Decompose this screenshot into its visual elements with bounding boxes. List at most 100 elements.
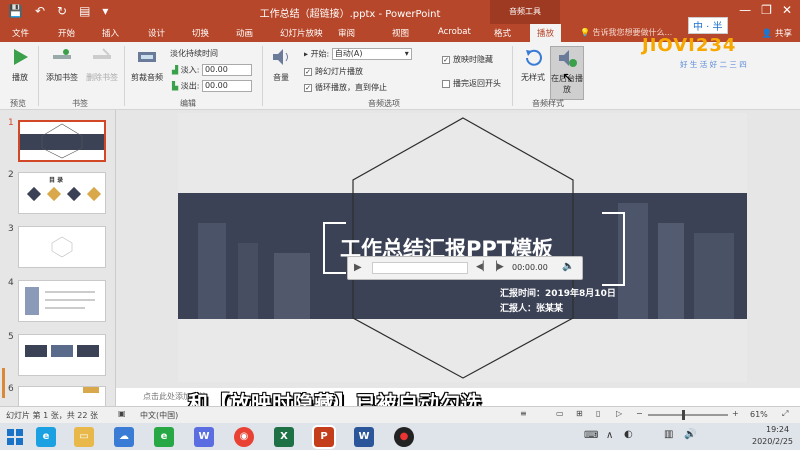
cross-slides-option[interactable]: ✓ 跨幻灯片播放	[304, 66, 363, 77]
sorter-view-icon[interactable]: ⊞	[576, 409, 583, 418]
slide-number: 3	[8, 224, 14, 234]
tab-home[interactable]: 开始	[58, 27, 75, 39]
hexagon-outline-icon	[51, 236, 73, 258]
start-dropdown[interactable]: 自动(A) ▾	[331, 48, 412, 60]
tab-view[interactable]: 视图	[392, 27, 409, 39]
trim-audio-button[interactable]: 剪裁音频	[128, 46, 166, 83]
scroll-indicator[interactable]	[2, 368, 5, 398]
status-bar: 幻灯片 第 1 张，共 22 张 ▣ 中文(中国) ≡ ▭ ⊞ ▯ ▷ − + …	[0, 406, 800, 423]
tab-format[interactable]: 格式	[494, 27, 511, 39]
zoom-slider[interactable]	[648, 410, 728, 420]
add-bookmark-button[interactable]: 添加书签	[42, 46, 82, 83]
rewind-checkbox[interactable]	[442, 79, 450, 88]
network-icon[interactable]: ▥	[664, 429, 673, 440]
slideshow-icon[interactable]: ▤	[79, 4, 90, 18]
fade-in-input[interactable]: 00.00	[201, 64, 252, 76]
word-icon[interactable]: W	[354, 427, 374, 447]
reporter[interactable]: 汇报人：张某某	[500, 301, 563, 314]
ie-browser-icon[interactable]: e	[36, 427, 56, 447]
audio-player[interactable]: ▶ ◀▏ ▕▶ 00:00.00 🔈	[347, 256, 583, 280]
rewind-icon[interactable]: ◀▏	[476, 262, 490, 272]
customize-qat-icon[interactable]: ▾	[102, 4, 108, 18]
report-time[interactable]: 汇报时间：2019年8月10日	[500, 286, 616, 299]
rewind-option[interactable]: 播完返回开头	[442, 78, 501, 89]
no-style-button[interactable]: 无样式	[518, 46, 548, 83]
wps-icon[interactable]: W	[194, 427, 214, 447]
notes-toggle-icon[interactable]: ≡	[520, 409, 527, 418]
speaker-icon[interactable]: 🔊	[684, 429, 696, 440]
tab-slideshow[interactable]: 幻灯片放映	[280, 27, 323, 39]
close-button[interactable]: ✕	[782, 3, 792, 17]
slide-thumbnail-3[interactable]	[18, 226, 106, 268]
cross-slides-checkbox[interactable]: ✓	[304, 67, 312, 76]
zoom-out-button[interactable]: −	[636, 409, 643, 418]
powerpoint-icon[interactable]: P	[312, 425, 336, 449]
fade-out-input[interactable]: 00.00	[201, 80, 252, 92]
slide-thumbnail-5[interactable]	[18, 334, 106, 376]
chevron-down-icon: ▾	[404, 49, 409, 58]
slideshow-view-icon[interactable]: ▷	[616, 409, 622, 418]
slide-canvas[interactable]: 工作总结汇报PPT模板 汇报时间：2019年8月10日 汇报人：张某某 ▶ ◀▏…	[178, 113, 747, 382]
tab-file[interactable]: 文件	[12, 27, 29, 39]
zoom-slider-thumb[interactable]	[682, 410, 685, 420]
player-play-icon[interactable]: ▶	[354, 262, 362, 273]
tab-playback[interactable]: 播放	[530, 24, 562, 42]
fade-in-icon: ▟	[172, 65, 179, 75]
group-editing-label: 编辑	[180, 99, 196, 108]
tab-insert[interactable]: 插入	[102, 27, 119, 39]
fade-duration-title: 淡化持续时间	[170, 49, 218, 58]
volume-icon	[273, 49, 288, 65]
zoom-level[interactable]: 61%	[750, 410, 768, 419]
tab-design[interactable]: 设计	[148, 27, 165, 39]
clock-date[interactable]: 2020/2/25	[752, 437, 793, 446]
group-audio-options-label: 音频选项	[368, 99, 400, 108]
loop-option[interactable]: ✓ 循环播放，直到停止	[304, 82, 387, 93]
windows-start-icon[interactable]	[6, 428, 24, 446]
loop-checkbox[interactable]: ✓	[304, 83, 312, 92]
fit-slide-icon[interactable]: ⤢	[782, 409, 788, 419]
excel-icon[interactable]: X	[274, 427, 294, 447]
hide-during-show-checkbox[interactable]: ✓	[442, 55, 450, 64]
language-indicator[interactable]: 中文(中国)	[140, 410, 178, 421]
fade-out-label: 淡出:	[180, 81, 200, 91]
spellcheck-icon[interactable]: ▣	[118, 409, 126, 418]
slide-thumbnail-6[interactable]	[18, 386, 106, 406]
tab-acrobat[interactable]: Acrobat	[438, 27, 471, 37]
minimize-button[interactable]: —	[739, 3, 751, 17]
chrome-icon[interactable]: ◉	[234, 427, 254, 447]
play-button[interactable]: 播放	[6, 46, 34, 83]
fade-in-row: ▟ 淡入: 00.00	[172, 64, 252, 76]
baidu-netdisk-icon[interactable]: ☁	[114, 427, 134, 447]
tray-up-icon[interactable]: ∧	[606, 430, 613, 441]
zoom-in-button[interactable]: +	[732, 409, 739, 418]
undo-icon[interactable]: ↶	[35, 4, 45, 18]
qq-tray-icon[interactable]: ◐	[624, 429, 633, 440]
slide-thumbnail-1[interactable]	[18, 120, 106, 162]
slide-number: 6	[8, 384, 14, 394]
recorder-icon[interactable]: ●	[394, 427, 414, 447]
keyboard-icon[interactable]: ⌨	[584, 430, 598, 441]
progress-track[interactable]	[372, 262, 468, 274]
slide-number: 1	[8, 118, 14, 128]
slide-thumbnail-2[interactable]: 目 录	[18, 172, 106, 214]
browser-360-icon[interactable]: e	[154, 427, 174, 447]
tab-transitions[interactable]: 切换	[192, 27, 209, 39]
normal-view-icon[interactable]: ▭	[556, 409, 564, 418]
volume-button[interactable]: 音量	[266, 46, 296, 83]
slide-thumbnail-4[interactable]	[18, 280, 106, 322]
hide-during-show-option[interactable]: ✓ 放映时隐藏	[442, 54, 493, 65]
slide-number: 5	[8, 332, 14, 342]
group-audio-styles-label: 音频样式	[532, 99, 564, 108]
redo-icon[interactable]: ↻	[57, 4, 67, 18]
restore-button[interactable]: ❐	[761, 3, 772, 17]
player-volume-icon[interactable]: 🔈	[562, 261, 574, 272]
group-separator	[512, 46, 513, 106]
reading-view-icon[interactable]: ▯	[596, 409, 600, 418]
tab-animations[interactable]: 动画	[236, 27, 253, 39]
remove-bookmark-button[interactable]: 删除书签	[82, 46, 122, 83]
file-explorer-icon[interactable]: ▭	[74, 427, 94, 447]
save-icon[interactable]: 💾	[8, 4, 23, 18]
tab-review[interactable]: 审阅	[338, 27, 355, 39]
clock-time[interactable]: 19:24	[766, 425, 789, 434]
forward-icon[interactable]: ▕▶	[490, 262, 504, 272]
